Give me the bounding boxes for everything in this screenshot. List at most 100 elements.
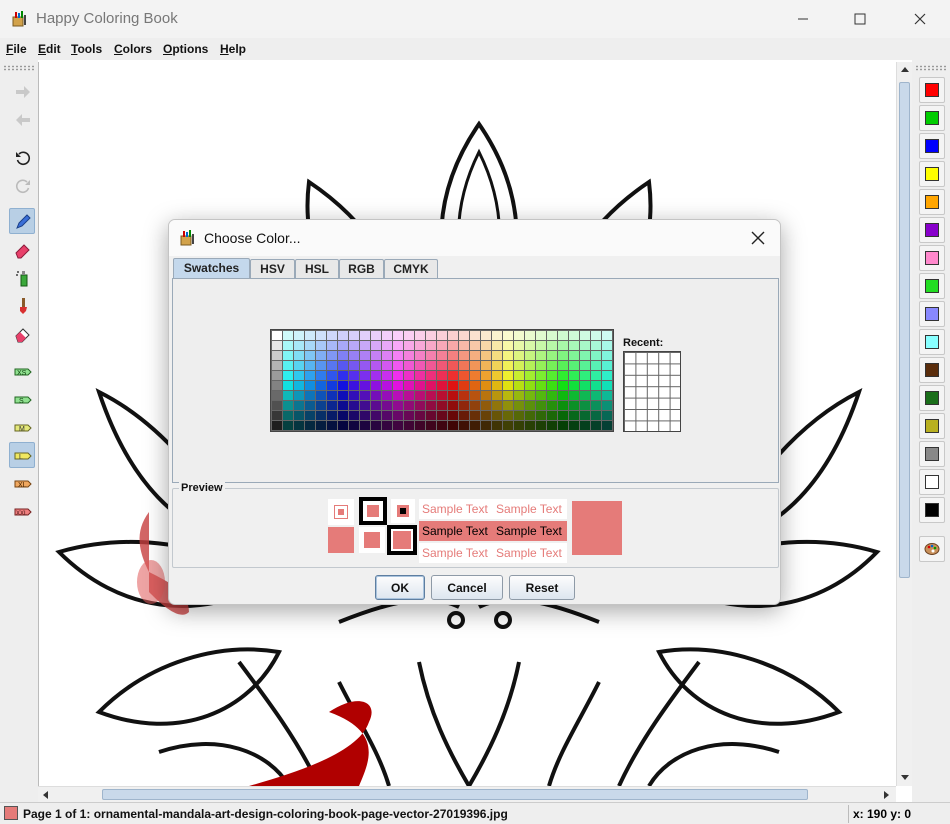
color-swatch-cell[interactable]	[327, 331, 337, 340]
color-swatch-cell[interactable]	[338, 421, 348, 430]
color-swatch-cell[interactable]	[393, 391, 403, 400]
recent-swatch-cell[interactable]	[659, 387, 670, 398]
color-swatch-cell[interactable]	[569, 351, 579, 360]
ok-button[interactable]: OK	[375, 575, 425, 600]
color-swatch-cell[interactable]	[294, 341, 304, 350]
recent-swatch-cell[interactable]	[625, 387, 636, 398]
rotate-right-button[interactable]	[9, 172, 35, 198]
color-swatch-cell[interactable]	[360, 371, 370, 380]
palette-color-button[interactable]	[919, 357, 945, 383]
color-swatch-cell[interactable]	[272, 401, 282, 410]
color-swatch-cell[interactable]	[558, 351, 568, 360]
redo-button[interactable]	[9, 78, 35, 104]
color-swatch-cell[interactable]	[415, 401, 425, 410]
color-swatch-cell[interactable]	[316, 331, 326, 340]
color-swatch-cell[interactable]	[382, 421, 392, 430]
color-swatch-cell[interactable]	[492, 351, 502, 360]
color-swatch-cell[interactable]	[283, 381, 293, 390]
color-swatch-cell[interactable]	[481, 341, 491, 350]
recent-swatch-cell[interactable]	[670, 398, 681, 409]
color-swatch-cell[interactable]	[547, 351, 557, 360]
color-swatch-cell[interactable]	[316, 421, 326, 430]
recent-swatch-cell[interactable]	[659, 410, 670, 421]
color-swatch-cell[interactable]	[338, 401, 348, 410]
color-swatch-cell[interactable]	[283, 371, 293, 380]
color-swatch-cell[interactable]	[503, 391, 513, 400]
color-swatch-cell[interactable]	[393, 361, 403, 370]
color-swatch-cell[interactable]	[503, 361, 513, 370]
color-swatch-cell[interactable]	[602, 411, 612, 420]
color-swatch-cell[interactable]	[272, 421, 282, 430]
recent-swatch-cell[interactable]	[647, 387, 659, 398]
menu-edit[interactable]: Edit	[38, 42, 61, 56]
color-swatch-cell[interactable]	[371, 411, 381, 420]
reset-button[interactable]: Reset	[509, 575, 575, 600]
color-swatch-cell[interactable]	[514, 401, 524, 410]
color-swatch-cell[interactable]	[327, 391, 337, 400]
color-swatch-cell[interactable]	[415, 411, 425, 420]
color-swatch-cell[interactable]	[382, 361, 392, 370]
recent-swatch-cell[interactable]	[647, 364, 659, 375]
eraser-tool-button[interactable]	[9, 236, 35, 262]
color-swatch-cell[interactable]	[536, 401, 546, 410]
color-swatch-cell[interactable]	[569, 391, 579, 400]
color-swatch-cell[interactable]	[602, 401, 612, 410]
color-swatch-cell[interactable]	[272, 351, 282, 360]
color-swatch-cell[interactable]	[294, 381, 304, 390]
color-swatch-cell[interactable]	[514, 391, 524, 400]
palette-color-button[interactable]	[919, 105, 945, 131]
color-swatch-cell[interactable]	[492, 361, 502, 370]
recent-swatch-cell[interactable]	[659, 375, 670, 387]
color-swatch-cell[interactable]	[602, 341, 612, 350]
color-swatch-cell[interactable]	[316, 391, 326, 400]
palette-grip[interactable]	[915, 65, 947, 71]
color-swatch-cell[interactable]	[426, 401, 436, 410]
color-swatch-cell[interactable]	[492, 391, 502, 400]
color-swatch-cell[interactable]	[437, 331, 447, 340]
color-swatch-cell[interactable]	[536, 391, 546, 400]
color-swatch-cell[interactable]	[591, 381, 601, 390]
color-swatch-cell[interactable]	[591, 371, 601, 380]
recent-swatch-cell[interactable]	[670, 364, 681, 375]
color-swatch-cell[interactable]	[272, 341, 282, 350]
color-swatch-cell[interactable]	[591, 341, 601, 350]
color-swatch-cell[interactable]	[360, 351, 370, 360]
color-swatch-cell[interactable]	[305, 381, 315, 390]
palette-color-button[interactable]	[919, 161, 945, 187]
color-swatch-cell[interactable]	[283, 351, 293, 360]
color-swatch-cell[interactable]	[371, 381, 381, 390]
color-swatch-cell[interactable]	[547, 381, 557, 390]
color-swatch-cell[interactable]	[382, 331, 392, 340]
color-swatch-cell[interactable]	[415, 351, 425, 360]
color-swatch-cell[interactable]	[393, 421, 403, 430]
color-swatch-cell[interactable]	[569, 411, 579, 420]
recent-swatch-cell[interactable]	[670, 387, 681, 398]
color-swatch-cell[interactable]	[426, 341, 436, 350]
maximize-icon[interactable]	[847, 8, 873, 30]
color-swatch-cell[interactable]	[503, 411, 513, 420]
color-swatch-cell[interactable]	[272, 411, 282, 420]
color-swatch-cell[interactable]	[360, 411, 370, 420]
color-swatch-cell[interactable]	[558, 331, 568, 340]
color-swatch-cell[interactable]	[316, 351, 326, 360]
palette-color-button[interactable]	[919, 413, 945, 439]
horizontal-scrollbar[interactable]	[38, 786, 896, 802]
palette-color-button[interactable]	[919, 301, 945, 327]
brush-size-xs-button[interactable]: XS	[9, 358, 35, 384]
color-swatch-cell[interactable]	[338, 371, 348, 380]
color-swatch-cell[interactable]	[558, 371, 568, 380]
color-swatch-cell[interactable]	[481, 331, 491, 340]
color-swatch-cell[interactable]	[349, 401, 359, 410]
color-swatch-cell[interactable]	[415, 391, 425, 400]
palette-color-button[interactable]	[919, 441, 945, 467]
color-swatch-cell[interactable]	[558, 361, 568, 370]
color-swatch-cell[interactable]	[580, 331, 590, 340]
color-swatch-cell[interactable]	[294, 401, 304, 410]
recent-swatch-cell[interactable]	[636, 398, 647, 409]
color-swatch-cell[interactable]	[602, 331, 612, 340]
color-swatch-cell[interactable]	[305, 391, 315, 400]
color-swatch-cell[interactable]	[602, 381, 612, 390]
color-swatch-cell[interactable]	[426, 391, 436, 400]
color-swatch-cell[interactable]	[338, 341, 348, 350]
minimize-icon[interactable]	[790, 8, 816, 30]
